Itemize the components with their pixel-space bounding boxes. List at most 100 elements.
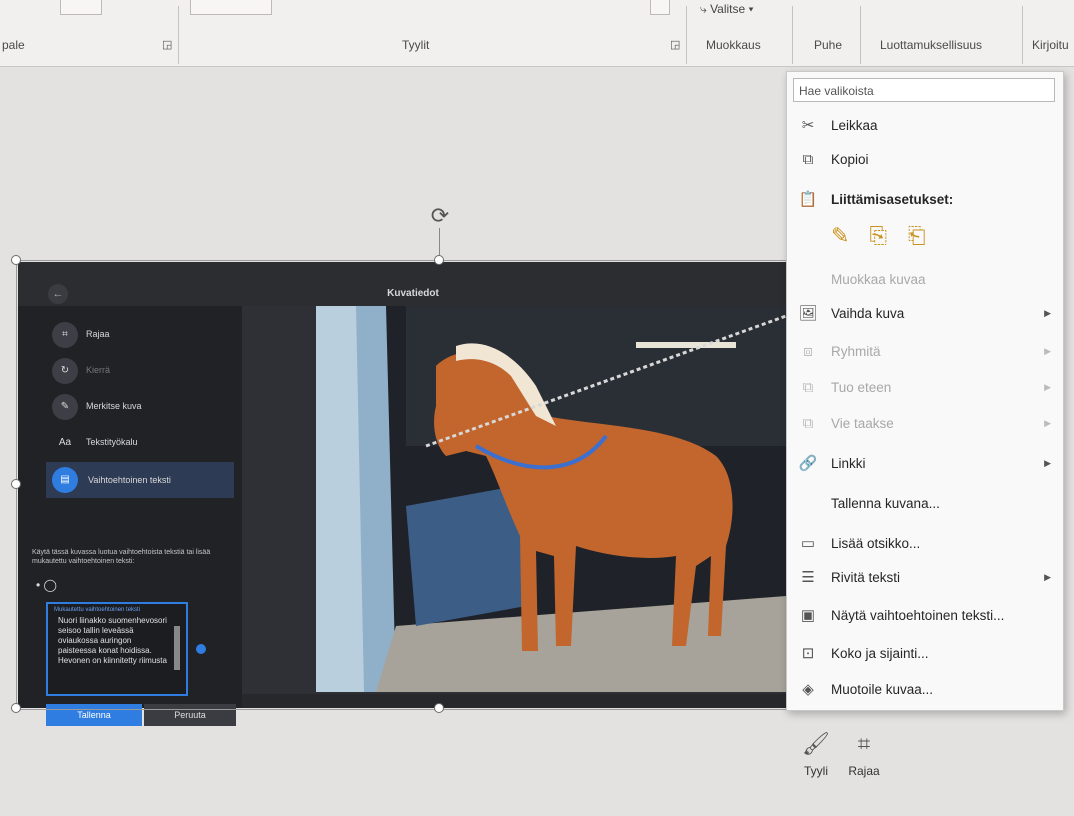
menu-item-label: Tuo eteen	[831, 380, 892, 395]
tool-label: Vaihtoehtoinen teksti	[88, 475, 171, 485]
ribbon-group-editor: Kirjoitu	[1032, 38, 1069, 52]
ribbon-group-voice: Puhe	[814, 38, 843, 52]
style-label: Tyyli	[804, 764, 828, 778]
select-button[interactable]: ⤷ Valitse ▾	[700, 2, 754, 17]
style-button[interactable]: 🖌 Tyyli	[796, 724, 836, 778]
dialog-launcher-icon[interactable]: ◲	[670, 38, 680, 51]
send-backward-icon: ⧉	[802, 415, 814, 432]
submenu-arrow-icon: ▶	[1044, 572, 1051, 582]
text-icon: Aa	[58, 437, 72, 448]
ribbon-group-styles: Tyylit	[402, 38, 430, 52]
paste-keep-formatting-icon[interactable]: ✎	[831, 223, 859, 249]
alt-text-icon: ▣	[800, 607, 816, 624]
ribbon: ⤷ Valitse ▾ pale ◲ Tyylit ◲ Muokkaus Puh…	[0, 0, 1074, 67]
submenu-arrow-icon: ▶	[1044, 346, 1051, 356]
crop-label: Rajaa	[848, 764, 880, 778]
menu-item-save-as-picture[interactable]: Tallenna kuvana...	[787, 490, 1063, 518]
format-picture-icon: ◈	[802, 681, 814, 698]
menu-item-label: Muokkaa kuvaa	[831, 272, 926, 287]
menu-item-link[interactable]: 🔗 Linkki ▶	[787, 450, 1063, 478]
styles-gallery[interactable]	[190, 0, 272, 15]
menu-item-label: Vie taakse	[831, 416, 894, 431]
menu-item-change-picture[interactable]: 🖼 Vaihda kuva ▶	[787, 300, 1063, 328]
tool-text: Aa Tekstityökalu	[52, 430, 242, 456]
alt-text-box: Mukautettu vaihtoehtoinen teksti Nuori l…	[46, 602, 188, 696]
tool-label: Merkitse kuva	[86, 401, 142, 411]
tool-markup: ✎ Merkitse kuva	[52, 394, 242, 420]
resize-handle[interactable]	[11, 255, 21, 265]
mini-toolbar: 🖌 Tyyli ⌗ Rajaa	[796, 724, 896, 794]
selected-picture[interactable]: ← Kuvatiedot ⌗ Rajaa ↻ Kierrä ✎ Merkitse…	[18, 262, 808, 726]
paste-picture-icon[interactable]: ⎘	[869, 223, 897, 249]
menu-item-edit-picture[interactable]: Muokkaa kuvaa	[787, 266, 1063, 294]
menu-item-copy[interactable]: ⧉ Kopioi	[787, 146, 1063, 174]
submenu-arrow-icon: ▶	[1044, 382, 1051, 392]
clipboard-icon: 📋	[798, 191, 818, 208]
link-icon: 🔗	[798, 455, 818, 472]
resize-handle[interactable]	[434, 255, 444, 265]
menu-item-label: Koko ja sijainti...	[831, 646, 929, 661]
menu-item-view-alt-text[interactable]: ▣ Näytä vaihtoehtoinen teksti...	[787, 602, 1063, 630]
resize-handle[interactable]	[434, 703, 444, 713]
ribbon-group-clipboard: pale	[2, 38, 25, 52]
submenu-arrow-icon: ▶	[1044, 458, 1051, 468]
alt-text-help: Käytä tässä kuvassa luotua vaihtoehtoist…	[32, 549, 211, 565]
menu-item-label: Ryhmitä	[831, 344, 881, 359]
menu-search-placeholder: Hae valikoista	[799, 84, 874, 98]
dialog-title-bar	[18, 262, 808, 306]
alt-text-value: Nuori liinakko suomenhevosori seisoo tal…	[58, 616, 167, 665]
tool-label: Tekstityökalu	[86, 437, 138, 447]
menu-item-cut[interactable]: ✂ Leikkaa	[787, 112, 1063, 140]
dialog-title: Kuvatiedot	[387, 288, 439, 299]
scissors-icon: ✂	[801, 117, 815, 134]
rotate-handle-icon[interactable]: ⟳	[428, 204, 452, 228]
ribbon-separator	[686, 6, 687, 64]
size-position-icon: ⊡	[801, 645, 815, 662]
picture-style-icon: 🖌	[802, 731, 830, 756]
cancel-button: Peruuta	[144, 704, 236, 726]
resize-handle[interactable]	[11, 703, 21, 713]
alt-text-indicator	[196, 644, 206, 654]
menu-item-label: Linkki	[831, 456, 866, 471]
radio-group: • ◯	[36, 578, 57, 592]
paste-text-only-icon[interactable]: ⎗	[908, 223, 936, 249]
ribbon-separator	[1022, 6, 1023, 64]
context-menu: Hae valikoista ✂ Leikkaa ⧉ Kopioi 📋 Liit…	[786, 71, 1064, 711]
crop-button[interactable]: ⌗ Rajaa	[844, 724, 884, 778]
menu-item-paste-options: 📋 Liittämisasetukset:	[787, 186, 1063, 214]
menu-search-input[interactable]: Hae valikoista	[793, 78, 1055, 102]
crop-icon: ⌗	[857, 731, 871, 756]
tool-crop: ⌗ Rajaa	[52, 322, 242, 348]
crop-icon: ⌗	[52, 322, 78, 348]
menu-item-group[interactable]: ⧈ Ryhmitä ▶	[787, 338, 1063, 366]
menu-item-label: Leikkaa	[831, 118, 878, 133]
styles-scroll[interactable]	[650, 0, 670, 15]
menu-item-format-picture[interactable]: ◈ Muotoile kuvaa...	[787, 676, 1063, 704]
ribbon-separator	[860, 6, 861, 64]
horse-photo-svg	[316, 306, 786, 692]
resize-handle[interactable]	[11, 479, 21, 489]
menu-item-bring-forward[interactable]: ⧉ Tuo eteen ▶	[787, 374, 1063, 402]
alt-text-scrollbar	[174, 626, 180, 670]
tool-label: Rajaa	[86, 329, 110, 339]
bring-forward-icon: ⧉	[802, 379, 814, 396]
copy-icon: ⧉	[802, 151, 814, 168]
menu-item-insert-caption[interactable]: ▭ Lisää otsikko...	[787, 530, 1063, 558]
dialog-launcher-icon[interactable]: ◲	[162, 38, 172, 51]
menu-item-send-backward[interactable]: ⧉ Vie taakse ▶	[787, 410, 1063, 438]
menu-item-label: Rivitä teksti	[831, 570, 901, 585]
ribbon-control[interactable]	[60, 0, 102, 15]
paste-options-row: ✎ ⎘ ⎗	[831, 223, 942, 249]
menu-item-label: Tallenna kuvana...	[831, 496, 940, 511]
menu-item-label: Näytä vaihtoehtoinen teksti...	[831, 608, 1005, 623]
menu-item-wrap-text[interactable]: ☰ Rivitä teksti ▶	[787, 564, 1063, 592]
submenu-arrow-icon: ▶	[1044, 308, 1051, 318]
menu-item-size-position[interactable]: ⊡ Koko ja sijainti...	[787, 640, 1063, 668]
ribbon-separator	[792, 6, 793, 64]
change-picture-icon: 🖼	[798, 305, 818, 322]
menu-item-label: Lisää otsikko...	[831, 536, 921, 551]
tool-label: Kierrä	[86, 365, 111, 375]
wrap-text-icon: ☰	[801, 569, 815, 586]
alt-text-label: Mukautettu vaihtoehtoinen teksti	[54, 607, 141, 613]
ribbon-group-sensitivity: Luottamuksellisuus	[880, 38, 983, 52]
